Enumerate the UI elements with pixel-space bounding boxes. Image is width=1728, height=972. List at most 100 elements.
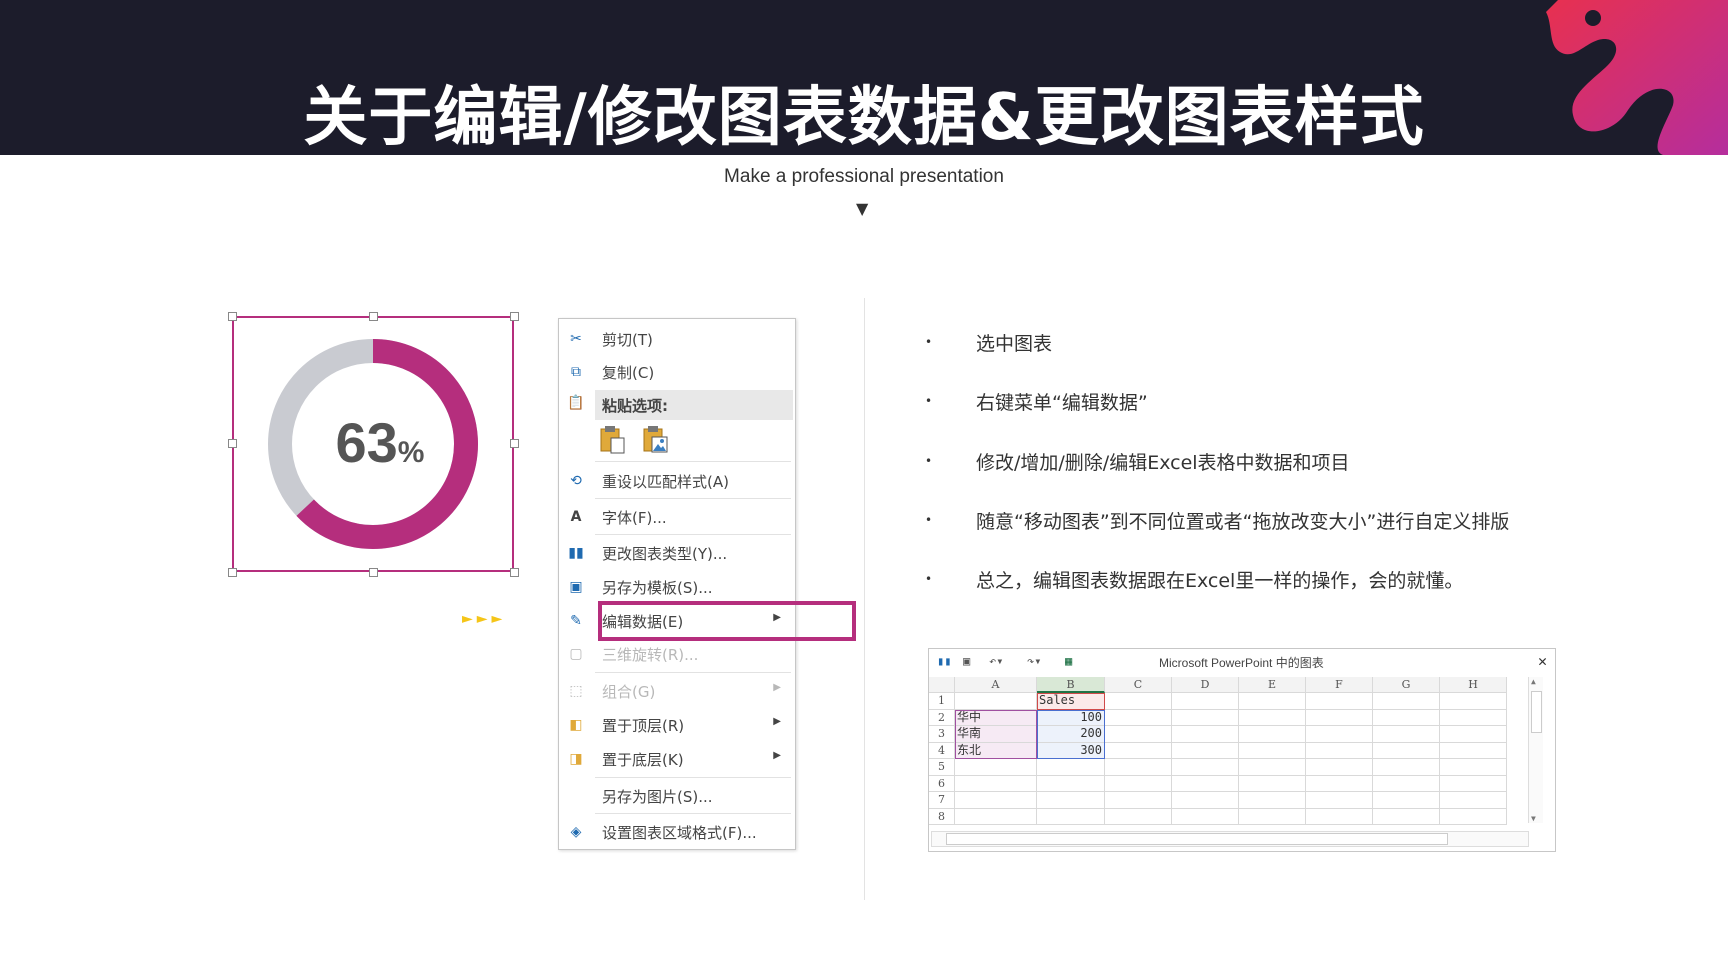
- cell-e1[interactable]: [1239, 693, 1306, 710]
- cell-b7[interactable]: [1037, 792, 1105, 809]
- column-header-c[interactable]: C: [1105, 677, 1172, 693]
- cell-g5[interactable]: [1373, 759, 1440, 776]
- menu-item-3d-rotation[interactable]: ▢ 三维旋转(R)...: [559, 639, 795, 669]
- undo-icon[interactable]: ↶▾: [989, 654, 1003, 668]
- cell-g1[interactable]: [1373, 693, 1440, 710]
- menu-item-reset-style[interactable]: ⟲ 重设以匹配样式(A): [559, 466, 795, 496]
- cell-e5[interactable]: [1239, 759, 1306, 776]
- menu-item-send-to-back[interactable]: ◨ 置于底层(K) ▶: [559, 744, 795, 774]
- cell-a3[interactable]: 华南: [955, 726, 1037, 743]
- column-header-h[interactable]: H: [1440, 677, 1507, 693]
- column-header-a[interactable]: A: [955, 677, 1037, 693]
- select-all-corner[interactable]: [929, 677, 955, 693]
- cell-d2[interactable]: [1172, 709, 1239, 726]
- cell-a5[interactable]: [955, 759, 1037, 776]
- cell-b6[interactable]: [1037, 775, 1105, 792]
- cell-f1[interactable]: [1306, 693, 1373, 710]
- cell-d7[interactable]: [1172, 792, 1239, 809]
- cell-b2[interactable]: 100: [1037, 709, 1105, 726]
- redo-icon[interactable]: ↷▾: [1027, 654, 1041, 668]
- cell-a1[interactable]: [955, 693, 1037, 710]
- cell-d4[interactable]: [1172, 742, 1239, 759]
- cell-g7[interactable]: [1373, 792, 1440, 809]
- scroll-up-icon[interactable]: ▲: [1531, 677, 1536, 686]
- row-header-1[interactable]: 1: [929, 693, 955, 710]
- scroll-thumb[interactable]: [946, 833, 1448, 845]
- row-header-7[interactable]: 7: [929, 792, 955, 809]
- cell-c5[interactable]: [1105, 759, 1172, 776]
- column-header-g[interactable]: G: [1373, 677, 1440, 693]
- cell-f5[interactable]: [1306, 759, 1373, 776]
- horizontal-scrollbar[interactable]: [931, 831, 1529, 847]
- cell-g2[interactable]: [1373, 709, 1440, 726]
- cell-a8[interactable]: [955, 808, 1037, 825]
- paste-picture-icon[interactable]: [642, 425, 670, 455]
- cell-e6[interactable]: [1239, 775, 1306, 792]
- cell-e2[interactable]: [1239, 709, 1306, 726]
- cell-f4[interactable]: [1306, 742, 1373, 759]
- paste-keep-format-icon[interactable]: [599, 425, 627, 455]
- cell-e8[interactable]: [1239, 808, 1306, 825]
- menu-item-change-chart-type[interactable]: ▮▮ 更改图表类型(Y)...: [559, 538, 795, 568]
- menu-item-font[interactable]: A 字体(F)...: [559, 502, 795, 532]
- column-header-d[interactable]: D: [1172, 677, 1239, 693]
- cell-h6[interactable]: [1440, 775, 1507, 792]
- cell-c4[interactable]: [1105, 742, 1172, 759]
- cell-b8[interactable]: [1037, 808, 1105, 825]
- row-header-8[interactable]: 8: [929, 808, 955, 825]
- cell-a7[interactable]: [955, 792, 1037, 809]
- cell-d1[interactable]: [1172, 693, 1239, 710]
- resize-handle-bottom-left[interactable]: [228, 568, 237, 577]
- resize-handle-right[interactable]: [510, 439, 519, 448]
- menu-item-group[interactable]: ⬚ 组合(G) ▶: [559, 676, 795, 706]
- scroll-thumb[interactable]: [1531, 691, 1542, 733]
- cell-g4[interactable]: [1373, 742, 1440, 759]
- cell-g6[interactable]: [1373, 775, 1440, 792]
- menu-item-bring-to-front[interactable]: ◧ 置于顶层(R) ▶: [559, 710, 795, 740]
- cell-b1[interactable]: Sales: [1037, 693, 1105, 710]
- cell-c6[interactable]: [1105, 775, 1172, 792]
- cell-f3[interactable]: [1306, 726, 1373, 743]
- cell-d8[interactable]: [1172, 808, 1239, 825]
- edit-in-excel-icon[interactable]: ▦: [1065, 654, 1072, 668]
- resize-handle-bottom[interactable]: [369, 568, 378, 577]
- cell-a6[interactable]: [955, 775, 1037, 792]
- cell-h1[interactable]: [1440, 693, 1507, 710]
- cell-f8[interactable]: [1306, 808, 1373, 825]
- cell-f7[interactable]: [1306, 792, 1373, 809]
- cell-g3[interactable]: [1373, 726, 1440, 743]
- resize-handle-bottom-right[interactable]: [510, 568, 519, 577]
- cell-h5[interactable]: [1440, 759, 1507, 776]
- resize-handle-left[interactable]: [228, 439, 237, 448]
- cell-b5[interactable]: [1037, 759, 1105, 776]
- cell-g8[interactable]: [1373, 808, 1440, 825]
- chart-icon[interactable]: ▮▮: [937, 654, 951, 668]
- cell-h3[interactable]: [1440, 726, 1507, 743]
- row-header-2[interactable]: 2: [929, 709, 955, 726]
- cell-c2[interactable]: [1105, 709, 1172, 726]
- cell-a2[interactable]: 华中: [955, 709, 1037, 726]
- cell-h7[interactable]: [1440, 792, 1507, 809]
- column-header-e[interactable]: E: [1239, 677, 1306, 693]
- cell-d3[interactable]: [1172, 726, 1239, 743]
- cell-d5[interactable]: [1172, 759, 1239, 776]
- row-header-6[interactable]: 6: [929, 775, 955, 792]
- menu-item-copy[interactable]: ⧉ 复制(C): [559, 357, 795, 387]
- row-header-5[interactable]: 5: [929, 759, 955, 776]
- cell-e7[interactable]: [1239, 792, 1306, 809]
- cell-b4[interactable]: 300: [1037, 742, 1105, 759]
- column-header-f[interactable]: F: [1306, 677, 1373, 693]
- cell-e3[interactable]: [1239, 726, 1306, 743]
- resize-handle-top-right[interactable]: [510, 312, 519, 321]
- cell-f2[interactable]: [1306, 709, 1373, 726]
- menu-item-cut[interactable]: ✂ 剪切(T): [559, 324, 795, 354]
- resize-handle-top-left[interactable]: [228, 312, 237, 321]
- close-icon[interactable]: ✕: [1538, 652, 1547, 670]
- menu-item-save-as-template[interactable]: ▣ 另存为模板(S)...: [559, 572, 795, 602]
- save-icon[interactable]: ▣: [963, 654, 970, 668]
- cell-h4[interactable]: [1440, 742, 1507, 759]
- resize-handle-top[interactable]: [369, 312, 378, 321]
- menu-item-save-as-picture[interactable]: 另存为图片(S)...: [559, 781, 795, 811]
- cell-e4[interactable]: [1239, 742, 1306, 759]
- cell-d6[interactable]: [1172, 775, 1239, 792]
